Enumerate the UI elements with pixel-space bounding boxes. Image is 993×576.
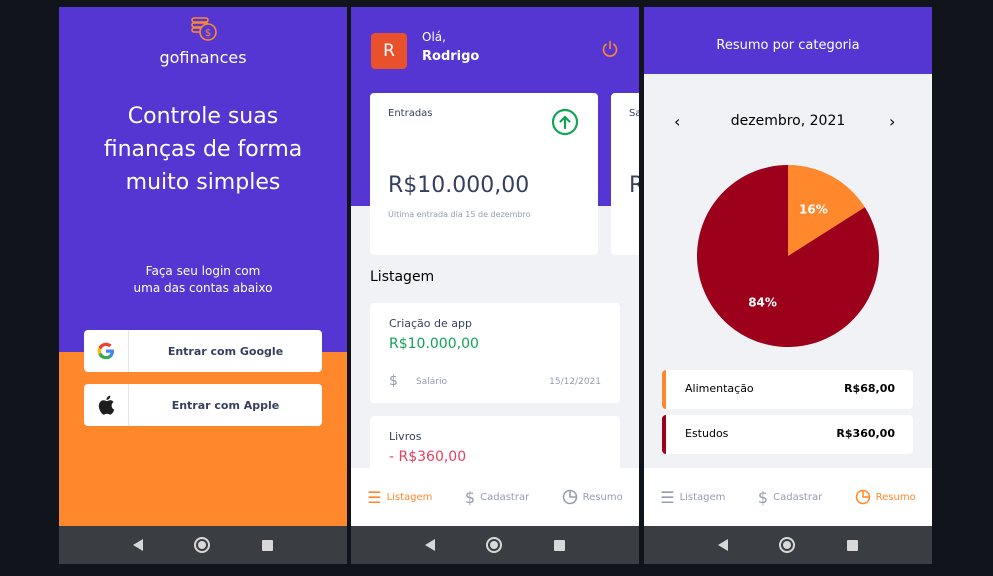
login-header: $ gofinances Controle suas finanças de f… (59, 7, 347, 352)
resume-header: Resumo por categoria (644, 7, 932, 74)
login-screen: $ gofinances Controle suas finanças de f… (59, 7, 347, 564)
app-brand-name: gofinances (159, 48, 247, 67)
bottom-tab-bar: ☰ Listagem $ Cadastrar Resumo (644, 468, 932, 526)
recent-apps-icon[interactable] (847, 539, 859, 551)
android-nav-bar (644, 526, 932, 564)
resume-title: Resumo por categoria (716, 38, 860, 53)
pie-chart-icon (855, 489, 870, 505)
list-icon: ☰ (660, 487, 675, 507)
google-login-label: Entrar com Google (167, 344, 284, 358)
transaction-date: 15/12/2021 (549, 377, 601, 387)
back-icon[interactable] (717, 539, 728, 551)
outcome-card-title: Sa (629, 108, 639, 119)
pie-label-alimentação: 16% (799, 203, 828, 217)
apple-icon (98, 395, 115, 415)
recent-apps-icon[interactable] (262, 539, 274, 551)
list-icon: ☰ (367, 487, 382, 507)
arrow-up-circle-icon (551, 108, 579, 136)
chevron-right-icon[interactable]: › (889, 112, 895, 131)
category-name: Estudos (685, 427, 729, 440)
category-amount: R$360,00 (836, 427, 895, 440)
back-icon[interactable] (132, 539, 143, 551)
android-nav-bar (351, 526, 639, 564)
income-card-amount: R$10.000,00 (388, 173, 530, 198)
greeting-text: Olá, (422, 30, 446, 44)
recent-apps-icon[interactable] (554, 539, 566, 551)
google-icon (97, 342, 114, 360)
transaction-amount: - R$360,00 (389, 449, 467, 465)
transaction-amount: R$10.000,00 (389, 336, 479, 352)
tab-listagem[interactable]: ☰ Listagem (660, 488, 725, 507)
login-footer (59, 352, 347, 526)
apple-login-button[interactable]: Entrar com Apple (84, 384, 322, 426)
google-login-button[interactable]: Entrar com Google (84, 330, 322, 372)
android-nav-bar (59, 526, 347, 564)
apple-login-label: Entrar com Apple (171, 398, 280, 412)
dollar-icon: $ (757, 487, 769, 507)
pie-chart-icon (562, 489, 577, 505)
svg-text:$: $ (205, 28, 211, 39)
income-card-last: Última entrada dia 15 de dezembro (388, 210, 531, 219)
pie-label-estudos: 84% (748, 295, 777, 309)
resume-screen: Resumo por categoria ‹ dezembro, 2021 › … (644, 7, 932, 564)
login-subtitle: Faça seu login com uma das contas abaixo (133, 264, 273, 295)
home-icon[interactable] (486, 537, 503, 553)
tab-cadastrar[interactable]: $ Cadastrar (465, 488, 529, 507)
dollar-icon: $ (389, 373, 398, 389)
tab-resumo[interactable]: Resumo (855, 489, 916, 505)
transaction-title: Criação de app (389, 317, 472, 330)
transaction-card[interactable]: Criação de app R$10.000,00 $ Salário 15/… (370, 303, 620, 403)
tab-listagem[interactable]: ☰ Listagem (367, 488, 432, 507)
category-amount: R$68,00 (844, 382, 895, 395)
transaction-category: Salário (416, 377, 447, 387)
tab-cadastrar[interactable]: $ Cadastrar (758, 488, 822, 507)
transaction-title: Livros (389, 430, 422, 443)
avatar[interactable]: R (371, 33, 407, 69)
dollar-icon: $ (464, 487, 476, 507)
tab-resumo[interactable]: Resumo (562, 489, 623, 505)
home-icon[interactable] (779, 537, 796, 553)
coins-logo-icon: $ (191, 17, 217, 41)
home-icon[interactable] (194, 537, 211, 553)
income-card: Entradas R$10.000,00 Última entrada dia … (370, 93, 598, 255)
category-row: Estudos R$360,00 (662, 415, 913, 454)
outcome-card: Sa R (611, 93, 639, 255)
category-pie-chart: 16% 84% (697, 165, 879, 347)
back-icon[interactable] (424, 539, 435, 551)
bottom-tab-bar: ☰ Listagem $ Cadastrar Resumo (351, 468, 639, 526)
category-name: Alimentação (685, 382, 754, 395)
listing-title: Listagem (370, 269, 435, 285)
dashboard-screen: R Olá, Rodrigo Entradas R$10.000,00 Últi… (351, 7, 639, 564)
outcome-card-amount: R (629, 173, 639, 198)
transaction-card[interactable]: Livros - R$360,00 (370, 416, 620, 476)
income-card-title: Entradas (388, 108, 433, 119)
power-icon[interactable] (601, 40, 619, 58)
login-headline: Controle suas finanças de forma muito si… (103, 104, 303, 195)
category-row: Alimentação R$68,00 (662, 370, 913, 409)
user-name: Rodrigo (422, 49, 480, 64)
